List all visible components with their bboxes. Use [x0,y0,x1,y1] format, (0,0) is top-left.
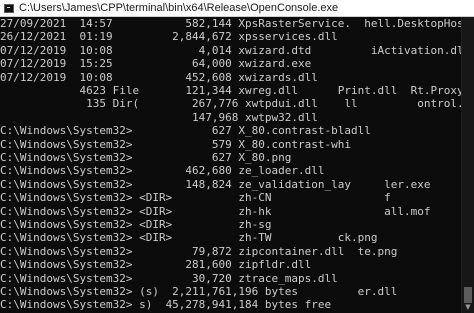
console-line: C:\Windows\System32> 148,824 ze_validati… [0,177,431,191]
title-bar[interactable]: C:\Users\James\CPP\terminal\bin\x64\Rele… [0,0,474,17]
console-line: C:\Windows\System32> <DIR> zh-hk all.mof [0,204,431,218]
console-output[interactable]: 27/09/2021 14:57 582,144 XpsRasterServic… [0,17,462,313]
console-line: 27/09/2021 14:57 582,144 XpsRasterServic… [0,17,462,30]
console-line: C:\Windows\System32> 579 X_80.contrast-w… [0,137,351,151]
console-line: 4623 File 121,344 xwreg.dll Print.dll Rt… [79,84,462,97]
console-line: 07/12/2019 10:08 452,608 xwizards.dll [0,70,318,84]
console-line: C:\Windows\System32> (s) 2,211,761,196 b… [0,285,398,298]
console-line: C:\Windows\System32> 627 X_80.contrast-b… [0,124,371,138]
console-line: C:\Windows\System32> <DIR> zh-CN f [0,191,391,205]
console-window: C:\Users\James\CPP\terminal\bin\x64\Rele… [0,0,474,313]
window-title: C:\Users\James\CPP\terminal\bin\x64\Rele… [19,2,339,14]
scroll-down-arrow-icon[interactable]: ▼ [463,303,473,311]
console-app-icon[interactable] [4,3,14,13]
console-line: C:\Windows\System32> 462,680 ze_loader.d… [0,164,325,178]
vertical-scrollbar[interactable]: ▼ [461,17,474,313]
console-line: C:\Windows\System32> 627 X_80.png [0,151,292,164]
console-line: C:\Windows\System32> <DIR> zh-sg [0,218,272,231]
console-line: 07/12/2019 15:25 64,000 xwizard.exe [0,57,312,71]
console-line: 135 Dir( 267,776 xwtpdui.dll ll ontrol.d… [0,97,462,111]
console-line: 147,968 xwtpw32.dll [0,110,318,124]
console-line: C:\Windows\System32> 79,872 zipcontainer… [0,244,398,258]
console-line: C:\Windows\System32> 281,600 zipfldr.dll [0,258,312,272]
console-line: 26/12/2021 01:19 2,844,672 xpsservices.d… [0,30,338,44]
console-line: 07/12/2019 10:08 4,014 xwizard.dtd iActi… [0,43,462,57]
console-line: C:\Windows\System32> s) 45,278,941,184 b… [0,298,332,312]
scrollbar-thumb[interactable] [464,287,472,303]
console-line: C:\Windows\System32> <DIR> zh-TW ck.png [0,231,378,245]
console-line: C:\Windows\System32> 30,720 ztrace_maps.… [0,271,338,285]
